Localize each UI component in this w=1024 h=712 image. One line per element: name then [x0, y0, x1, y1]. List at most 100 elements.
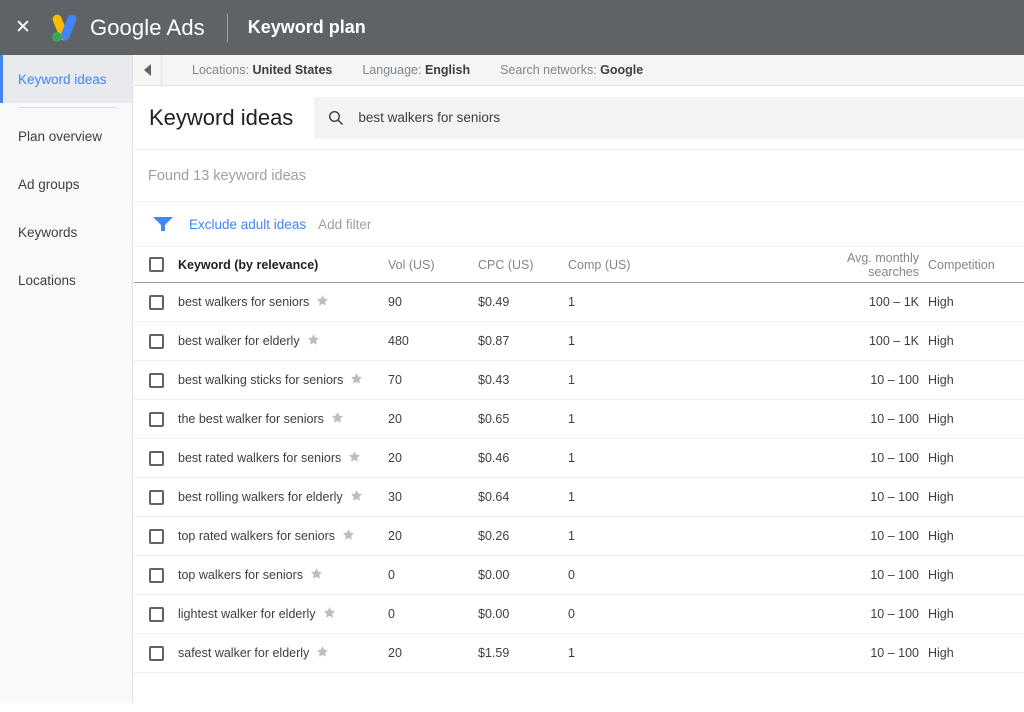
cell-keyword: safest walker for elderly: [178, 645, 388, 661]
cell-vol: 90: [388, 295, 478, 309]
star-icon[interactable]: [323, 606, 336, 622]
row-checkbox-cell[interactable]: [134, 490, 178, 505]
cell-vol: 0: [388, 568, 478, 582]
keyword-text: lightest walker for elderly: [178, 607, 316, 621]
row-checkbox[interactable]: [149, 568, 164, 583]
keyword-text: best rolling walkers for elderly: [178, 490, 343, 504]
row-checkbox[interactable]: [149, 412, 164, 427]
cell-comp: 1: [568, 334, 798, 348]
sidebar-item-label: Keyword ideas: [18, 72, 107, 87]
sidebar-item-keyword-ideas[interactable]: Keyword ideas: [0, 55, 132, 103]
row-checkbox-cell[interactable]: [134, 412, 178, 427]
row-checkbox[interactable]: [149, 451, 164, 466]
row-checkbox[interactable]: [149, 529, 164, 544]
search-input[interactable]: best walkers for seniors: [314, 97, 1024, 139]
cell-competition: High: [928, 451, 1024, 465]
column-header-cpc[interactable]: CPC (US): [478, 258, 568, 272]
row-checkbox-cell[interactable]: [134, 295, 178, 310]
row-checkbox-cell[interactable]: [134, 334, 178, 349]
cell-vol: 30: [388, 490, 478, 504]
cell-competition: High: [928, 646, 1024, 660]
collapse-left-arrow-icon[interactable]: [134, 55, 162, 86]
cell-competition: High: [928, 295, 1024, 309]
star-icon[interactable]: [331, 411, 344, 427]
column-header-comp[interactable]: Comp (US): [568, 258, 798, 272]
star-icon[interactable]: [316, 645, 329, 661]
cell-vol: 0: [388, 607, 478, 621]
sidebar-item-keywords[interactable]: Keywords: [0, 208, 132, 256]
cell-avg-monthly-searches: 100 – 1K: [798, 295, 928, 309]
table-row[interactable]: best walkers for seniors90$0.491100 – 1K…: [134, 283, 1024, 322]
cell-competition: High: [928, 607, 1024, 621]
column-header-keyword[interactable]: Keyword (by relevance): [178, 258, 388, 272]
table-row[interactable]: top walkers for seniors0$0.00010 – 100Hi…: [134, 556, 1024, 595]
row-checkbox[interactable]: [149, 373, 164, 388]
table-row[interactable]: the best walker for seniors20$0.65110 – …: [134, 400, 1024, 439]
star-icon[interactable]: [350, 372, 363, 388]
sidebar-item-label: Locations: [18, 273, 76, 288]
cell-keyword: lightest walker for elderly: [178, 606, 388, 622]
select-all-checkbox-cell[interactable]: [134, 257, 178, 272]
search-networks-setting[interactable]: Search networks: Google: [500, 63, 643, 77]
row-checkbox-cell[interactable]: [134, 451, 178, 466]
cell-cpc: $0.87: [478, 334, 568, 348]
language-setting[interactable]: Language: English: [362, 63, 470, 77]
appbar-divider: [227, 14, 228, 42]
table-row[interactable]: lightest walker for elderly0$0.00010 – 1…: [134, 595, 1024, 634]
cell-avg-monthly-searches: 10 – 100: [798, 490, 928, 504]
row-checkbox-cell[interactable]: [134, 646, 178, 661]
cell-comp: 1: [568, 529, 798, 543]
star-icon[interactable]: [307, 333, 320, 349]
keyword-text: top rated walkers for seniors: [178, 529, 335, 543]
main-content: Locations: United States Language: Engli…: [134, 55, 1024, 703]
cell-comp: 1: [568, 646, 798, 660]
close-icon[interactable]: ✕: [0, 0, 46, 55]
sidebar-item-ad-groups[interactable]: Ad groups: [0, 160, 132, 208]
row-checkbox-cell[interactable]: [134, 568, 178, 583]
column-header-competition[interactable]: Competition: [928, 258, 1024, 272]
select-all-checkbox[interactable]: [149, 257, 164, 272]
table-row[interactable]: best rated walkers for seniors20$0.46110…: [134, 439, 1024, 478]
cell-comp: 0: [568, 607, 798, 621]
cell-comp: 1: [568, 490, 798, 504]
row-checkbox-cell[interactable]: [134, 607, 178, 622]
star-icon[interactable]: [350, 489, 363, 505]
add-filter-button[interactable]: Add filter: [318, 217, 371, 232]
language-value: English: [425, 63, 470, 77]
locations-setting[interactable]: Locations: United States: [192, 63, 332, 77]
table-body: best walkers for seniors90$0.491100 – 1K…: [134, 283, 1024, 673]
keyword-text: best walker for elderly: [178, 334, 300, 348]
table-row[interactable]: best walker for elderly480$0.871100 – 1K…: [134, 322, 1024, 361]
table-row[interactable]: best rolling walkers for elderly30$0.641…: [134, 478, 1024, 517]
table-row[interactable]: top rated walkers for seniors20$0.26110 …: [134, 517, 1024, 556]
cell-comp: 1: [568, 412, 798, 426]
star-icon[interactable]: [348, 450, 361, 466]
cell-keyword: top walkers for seniors: [178, 567, 388, 583]
filter-funnel-icon[interactable]: [152, 216, 174, 232]
table-row[interactable]: safest walker for elderly20$1.59110 – 10…: [134, 634, 1024, 673]
sidebar-item-plan-overview[interactable]: Plan overview: [0, 112, 132, 160]
sidebar-item-locations[interactable]: Locations: [0, 256, 132, 304]
exclude-adult-ideas-filter[interactable]: Exclude adult ideas: [189, 217, 306, 232]
cell-vol: 20: [388, 412, 478, 426]
column-header-avg-monthly-searches[interactable]: Avg. monthly searches: [798, 251, 928, 279]
star-icon[interactable]: [316, 294, 329, 310]
left-triangle-glyph: [144, 64, 151, 76]
star-icon[interactable]: [310, 567, 323, 583]
logo-green-dot: [52, 32, 62, 42]
star-icon[interactable]: [342, 528, 355, 544]
filter-bar: Exclude adult ideas Add filter: [134, 202, 1024, 247]
keyword-text: safest walker for elderly: [178, 646, 309, 660]
column-header-vol[interactable]: Vol (US): [388, 258, 478, 272]
cell-competition: High: [928, 529, 1024, 543]
row-checkbox[interactable]: [149, 490, 164, 505]
row-checkbox-cell[interactable]: [134, 373, 178, 388]
row-checkbox[interactable]: [149, 295, 164, 310]
language-label: Language:: [362, 63, 421, 77]
row-checkbox[interactable]: [149, 646, 164, 661]
table-row[interactable]: best walking sticks for seniors70$0.4311…: [134, 361, 1024, 400]
row-checkbox[interactable]: [149, 334, 164, 349]
page-title: Keyword ideas: [149, 105, 293, 131]
row-checkbox[interactable]: [149, 607, 164, 622]
row-checkbox-cell[interactable]: [134, 529, 178, 544]
